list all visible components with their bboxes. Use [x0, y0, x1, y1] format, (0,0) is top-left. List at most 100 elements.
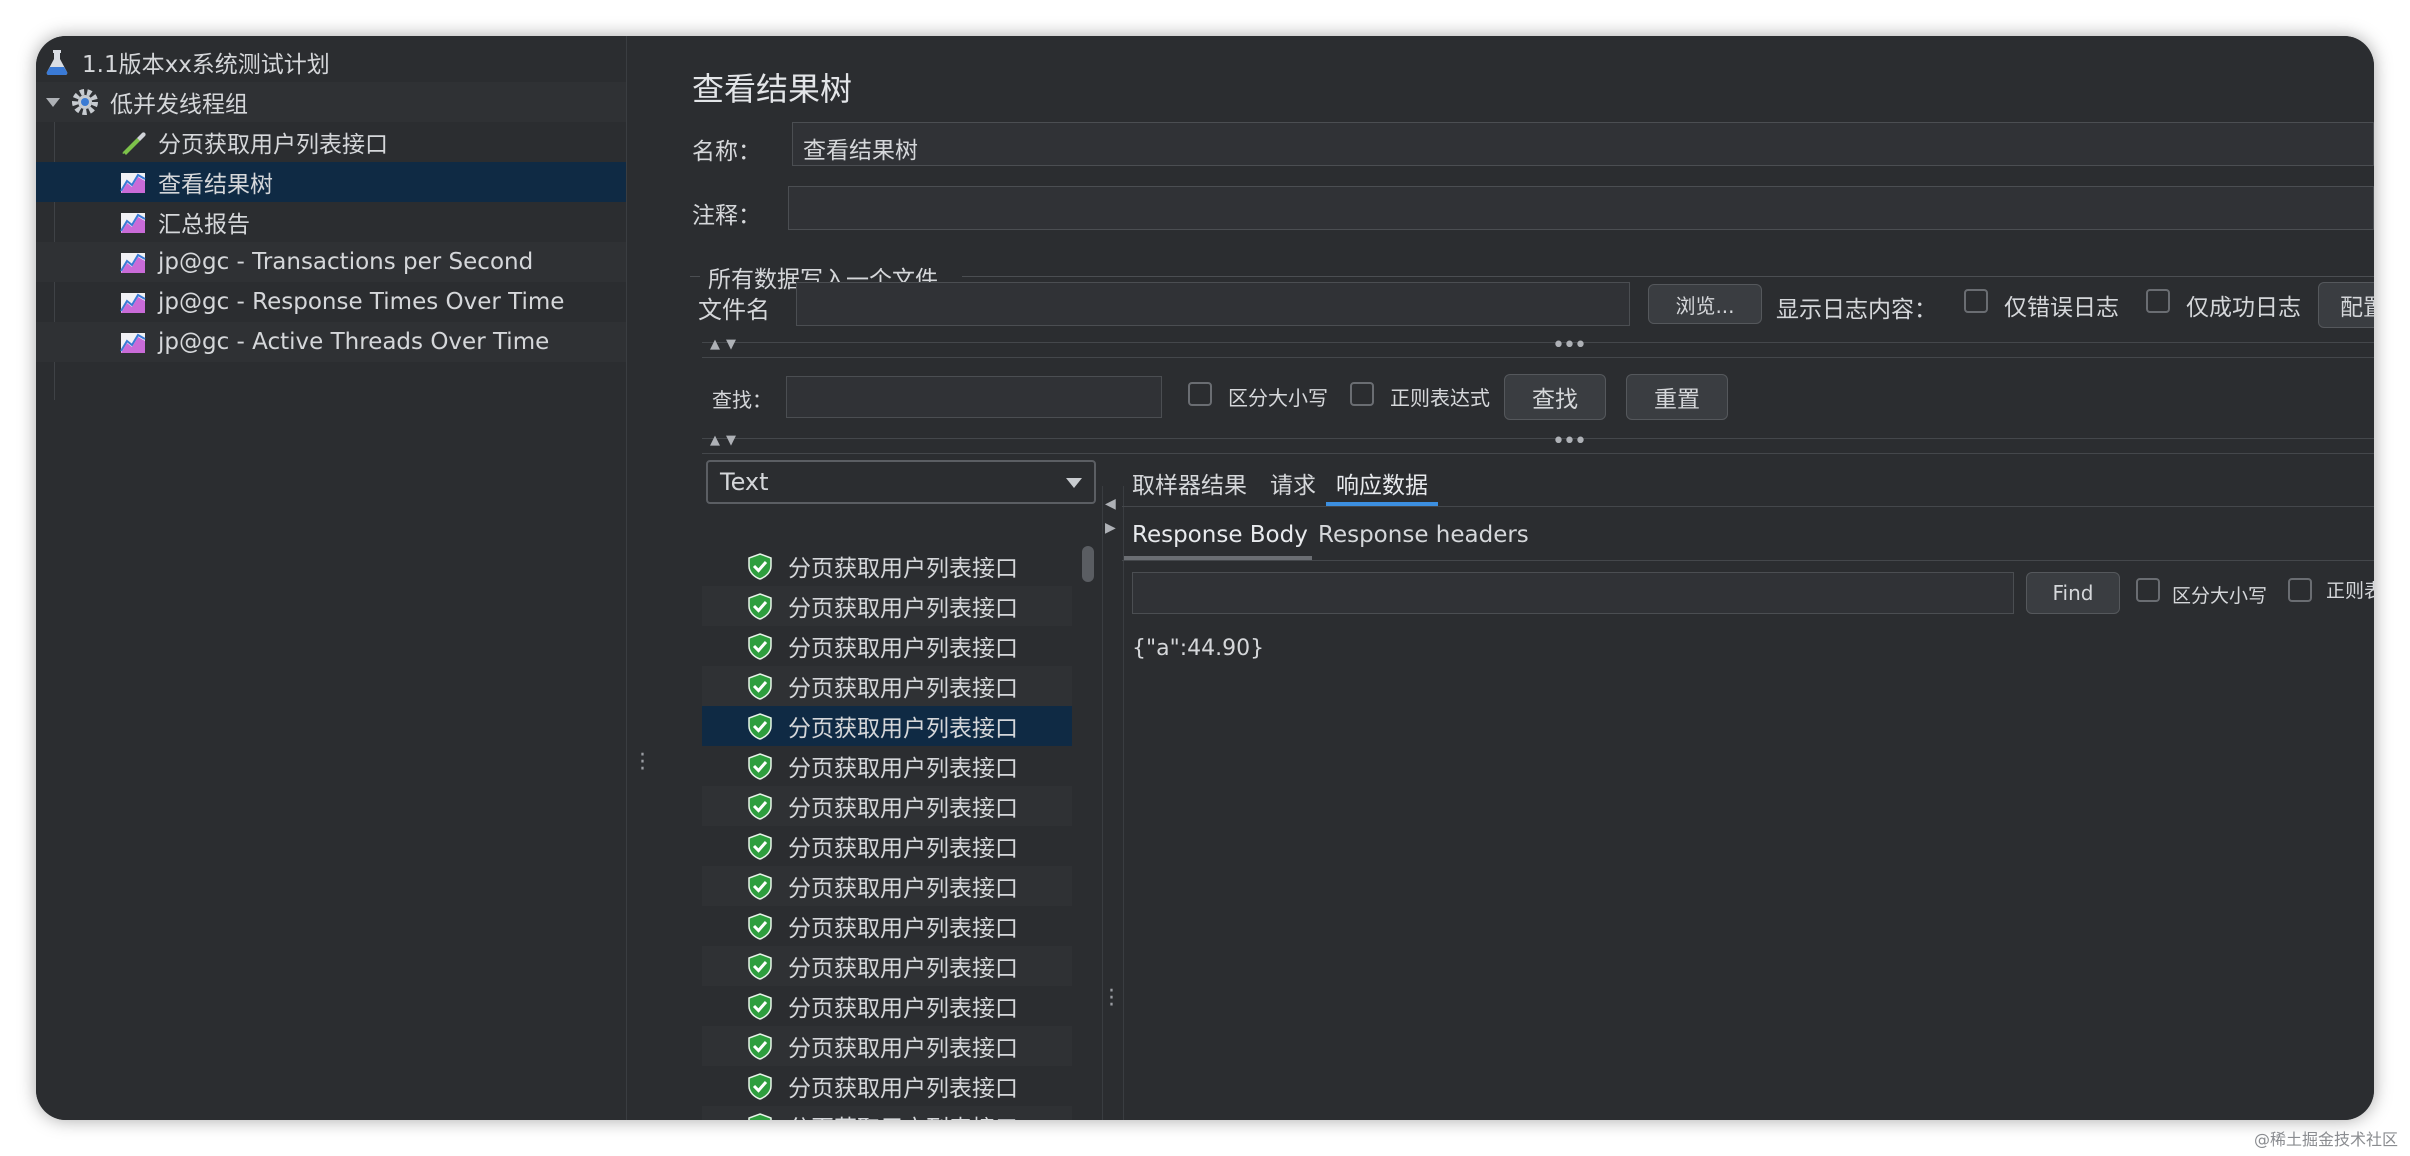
- case-sensitive-label: 区分大小写: [1228, 386, 1328, 410]
- success-shield-icon: [748, 833, 772, 860]
- collapse-divider[interactable]: ▲▼ •••: [702, 429, 2374, 454]
- view-results-tree-panel: 查看结果树 名称： 查看结果树 注释： 所有数据写入一个文件 文件名 浏览...…: [662, 36, 2374, 1120]
- reset-button[interactable]: 重置: [1626, 374, 1728, 420]
- list-item[interactable]: 分页获取用户列表接口: [702, 1106, 1072, 1120]
- tree-item-label: 1.1版本xx系统测试计划: [82, 52, 330, 78]
- success-shield-icon: [748, 553, 772, 580]
- graph-icon: [120, 253, 146, 273]
- tree-item-view-results-tree[interactable]: 查看结果树: [36, 162, 626, 202]
- success-shield-icon: [748, 713, 772, 740]
- expand-right-icon[interactable]: ▶: [1105, 520, 1116, 536]
- list-item[interactable]: 分页获取用户列表接口: [702, 626, 1072, 666]
- list-item[interactable]: 分页获取用户列表接口: [702, 786, 1072, 826]
- renderer-select[interactable]: Text: [706, 460, 1096, 504]
- tree-item-label: jp@gc - Transactions per Second: [158, 249, 534, 275]
- name-field[interactable]: 查看结果树: [792, 122, 2374, 166]
- list-item[interactable]: 分页获取用户列表接口: [702, 1026, 1072, 1066]
- pipette-icon: [122, 132, 146, 155]
- tree-item-tps[interactable]: jp@gc - Transactions per Second: [36, 242, 626, 282]
- main-split-handle[interactable]: · · ·: [626, 36, 663, 1120]
- list-item[interactable]: 分页获取用户列表接口: [702, 986, 1072, 1026]
- drag-dots-icon: •••: [1552, 429, 1587, 454]
- renderer-value: Text: [720, 468, 769, 496]
- test-plan-tree: 1.1版本xx系统测试计划 低并发线程组 分页获取用户列表接口 查看结果树 汇总…: [36, 36, 626, 1120]
- list-item[interactable]: 分页获取用户列表接口: [702, 946, 1072, 986]
- graph-icon: [120, 173, 146, 193]
- jmeter-window: 1.1版本xx系统测试计划 低并发线程组 分页获取用户列表接口 查看结果树 汇总…: [36, 36, 2374, 1120]
- collapse-arrows-icon[interactable]: ▲▼: [710, 337, 742, 352]
- success-shield-icon: [748, 633, 772, 660]
- watermark: @稀土掘金技术社区: [2253, 1130, 2398, 1149]
- regex-checkbox[interactable]: [1350, 382, 1374, 406]
- success-only-label: 仅成功日志: [2186, 295, 2301, 321]
- results-split-handle[interactable]: ◀ ▶ · · ·: [1102, 486, 1124, 1120]
- tree-item-label: 汇总报告: [158, 212, 250, 238]
- collapse-arrows-icon[interactable]: ▲▼: [710, 433, 742, 448]
- collapse-left-icon[interactable]: ◀: [1105, 496, 1116, 512]
- graph-icon: [120, 213, 146, 233]
- graph-icon: [120, 293, 146, 313]
- tree-item-label: 查看结果树: [158, 172, 273, 198]
- success-only-checkbox[interactable]: [2146, 289, 2170, 313]
- response-find-button[interactable]: Find: [2026, 572, 2120, 614]
- tree-item-http-sampler[interactable]: 分页获取用户列表接口: [36, 122, 626, 162]
- tab-response-data[interactable]: 响应数据: [1336, 466, 1428, 500]
- success-shield-icon: [748, 1073, 772, 1100]
- gear-icon: [72, 89, 98, 115]
- comment-field[interactable]: [788, 186, 2374, 230]
- results-scrollbar[interactable]: [1082, 546, 1094, 582]
- browse-button[interactable]: 浏览...: [1648, 284, 1762, 324]
- tab-separator: [1122, 506, 2374, 507]
- group-border: [962, 276, 2374, 277]
- find-button[interactable]: 查找: [1504, 374, 1606, 420]
- response-case-checkbox[interactable]: [2136, 578, 2160, 602]
- chevron-down-icon[interactable]: [46, 97, 60, 107]
- graph-icon: [120, 333, 146, 353]
- list-item[interactable]: 分页获取用户列表接口: [702, 586, 1072, 626]
- tree-item-test-plan[interactable]: 1.1版本xx系统测试计划: [36, 42, 626, 82]
- search-input[interactable]: [786, 376, 1162, 418]
- list-item[interactable]: 分页获取用户列表接口: [702, 826, 1072, 866]
- search-label: 查找：: [712, 388, 772, 412]
- success-shield-icon: [748, 753, 772, 780]
- list-item[interactable]: 分页获取用户列表接口: [702, 866, 1072, 906]
- results-list: 分页获取用户列表接口 分页获取用户列表接口 分页获取用户列表接口 分页获取用户列…: [702, 534, 1080, 1120]
- list-item[interactable]: 分页获取用户列表接口: [702, 546, 1072, 586]
- configure-button[interactable]: 配置: [2318, 282, 2374, 328]
- list-item[interactable]: 分页获取用户列表接口: [702, 1066, 1072, 1106]
- name-label: 名称：: [692, 139, 761, 165]
- group-border: [690, 276, 700, 277]
- tab-sampler-result[interactable]: 取样器结果: [1132, 466, 1247, 500]
- success-shield-icon: [748, 913, 772, 940]
- tree-item-summary-report[interactable]: 汇总报告: [36, 202, 626, 242]
- case-sensitive-checkbox[interactable]: [1188, 382, 1212, 406]
- response-body-text[interactable]: {"a":44.90}: [1132, 636, 1264, 661]
- tree-item-label: 低并发线程组: [110, 92, 248, 118]
- response-find-input[interactable]: [1132, 572, 2014, 614]
- chevron-down-icon: [1066, 478, 1082, 488]
- tree-item-active-threads[interactable]: jp@gc - Active Threads Over Time: [36, 322, 626, 362]
- filename-label: 文件名: [698, 296, 770, 324]
- success-shield-icon: [748, 1033, 772, 1060]
- success-shield-icon: [748, 593, 772, 620]
- tree-item-thread-group[interactable]: 低并发线程组: [36, 82, 626, 122]
- collapse-divider[interactable]: ▲▼ •••: [702, 333, 2374, 358]
- list-item-selected[interactable]: 分页获取用户列表接口: [702, 706, 1072, 746]
- tree-item-response-times[interactable]: jp@gc - Response Times Over Time: [36, 282, 626, 322]
- response-regex-checkbox[interactable]: [2288, 578, 2312, 602]
- subtab-response-headers[interactable]: Response headers: [1318, 522, 1529, 548]
- list-item[interactable]: 分页获取用户列表接口: [702, 906, 1072, 946]
- drag-handle-icon: · · ·: [639, 743, 646, 782]
- drag-dots-icon: •••: [1552, 333, 1587, 358]
- tab-request[interactable]: 请求: [1270, 466, 1316, 500]
- tree-item-label: 分页获取用户列表接口: [158, 132, 388, 158]
- errors-only-checkbox[interactable]: [1964, 289, 1988, 313]
- drag-handle-icon: · · ·: [1108, 979, 1115, 1018]
- subtab-response-body[interactable]: Response Body: [1132, 522, 1308, 548]
- list-item[interactable]: 分页获取用户列表接口: [702, 666, 1072, 706]
- success-shield-icon: [748, 673, 772, 700]
- page-title: 查看结果树: [692, 70, 853, 108]
- list-item[interactable]: 分页获取用户列表接口: [702, 746, 1072, 786]
- success-shield-icon: [748, 953, 772, 980]
- filename-field[interactable]: [796, 282, 1630, 326]
